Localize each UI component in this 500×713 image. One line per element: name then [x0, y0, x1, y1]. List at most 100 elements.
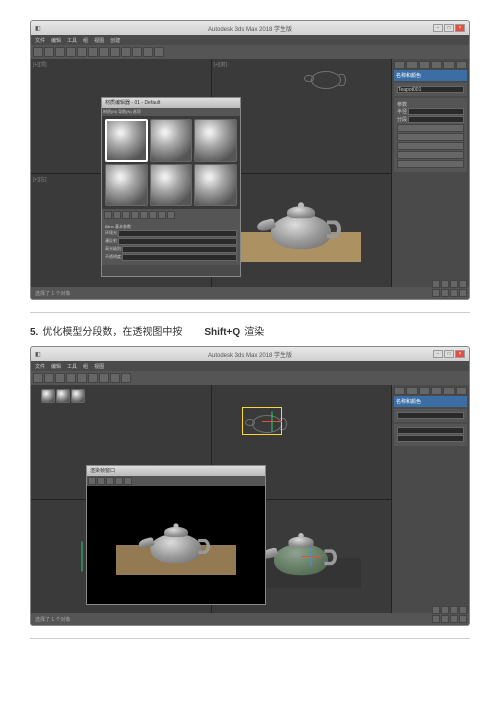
menu-item[interactable]: 组 [83, 363, 88, 370]
options-btn[interactable] [149, 211, 157, 219]
motion-tab[interactable] [431, 61, 442, 69]
get-material-btn[interactable] [104, 211, 112, 219]
utilities-tab[interactable] [456, 61, 467, 69]
maximize-viewport-btn[interactable] [459, 606, 467, 614]
radius-input[interactable] [408, 108, 464, 115]
param-btn[interactable] [397, 160, 464, 168]
maximize-viewport-btn[interactable] [459, 280, 467, 288]
nav-btn[interactable] [441, 615, 449, 623]
material-sample-slot[interactable] [150, 164, 193, 207]
orbit-btn[interactable] [450, 280, 458, 288]
param-btn[interactable] [397, 124, 464, 132]
pick-material-btn[interactable] [131, 211, 139, 219]
zoom-btn[interactable] [441, 280, 449, 288]
maximize-btn[interactable]: □ [444, 24, 454, 32]
options-btn[interactable] [140, 211, 148, 219]
nav-btn[interactable] [432, 289, 440, 297]
teapot-model[interactable] [271, 215, 331, 250]
display-tab[interactable] [443, 61, 454, 69]
undo-btn[interactable] [33, 47, 43, 57]
material-editor-dialog[interactable]: 材质编辑器 - 01 - Default 材质(M) 导航(N) 选项 [101, 97, 241, 277]
material-sample-slot[interactable] [71, 389, 85, 403]
scale-btn[interactable] [99, 47, 109, 57]
hierarchy-tab[interactable] [419, 387, 430, 395]
modify-tab[interactable] [406, 387, 417, 395]
material-sample-slot[interactable] [150, 119, 193, 162]
material-sample-slot[interactable] [194, 164, 237, 207]
tool-btn[interactable] [99, 373, 109, 383]
mirror-btn[interactable] [121, 47, 131, 57]
nav-btn[interactable] [459, 615, 467, 623]
zoom-btn[interactable] [441, 606, 449, 614]
menu-item[interactable]: 创建 [110, 37, 120, 44]
material-sample-slot[interactable] [194, 119, 237, 162]
color-swatch[interactable] [118, 238, 237, 245]
pan-btn[interactable] [432, 280, 440, 288]
create-tab[interactable] [394, 387, 405, 395]
minimize-btn[interactable]: − [433, 24, 443, 32]
material-sample-slot[interactable] [105, 164, 148, 207]
tool-btn[interactable] [33, 373, 43, 383]
spinner-input[interactable] [122, 254, 237, 261]
move-btn[interactable] [77, 47, 87, 57]
snap-btn[interactable] [110, 47, 120, 57]
teapot-model[interactable] [274, 544, 328, 576]
render-frame-window[interactable]: 渲染帧窗口 [86, 465, 266, 605]
tool-btn[interactable] [55, 373, 65, 383]
param-btn[interactable] [397, 142, 464, 150]
nav-btn[interactable] [459, 289, 467, 297]
clear-btn[interactable] [124, 477, 132, 485]
menu-item[interactable]: 视图 [94, 37, 104, 44]
select-btn[interactable] [66, 47, 76, 57]
nav-btn[interactable] [450, 615, 458, 623]
rotate-btn[interactable] [88, 47, 98, 57]
alpha-btn[interactable] [115, 477, 123, 485]
material-sample-slot[interactable] [41, 389, 55, 403]
param-input[interactable] [397, 435, 464, 442]
material-btn[interactable] [143, 47, 153, 57]
apply-material-btn[interactable] [113, 211, 121, 219]
reset-material-btn[interactable] [122, 211, 130, 219]
tool-btn[interactable] [88, 373, 98, 383]
param-input[interactable] [397, 427, 464, 434]
modify-tab[interactable] [406, 61, 417, 69]
material-sample-slot[interactable] [56, 389, 70, 403]
render-btn[interactable] [121, 373, 131, 383]
nav-btn[interactable] [450, 289, 458, 297]
tool-btn[interactable] [110, 373, 120, 383]
pan-btn[interactable] [432, 606, 440, 614]
y-axis-icon[interactable] [271, 412, 272, 432]
rgb-btn[interactable] [106, 477, 114, 485]
menu-item[interactable]: 编辑 [51, 363, 61, 370]
param-btn[interactable] [397, 151, 464, 159]
nav-btn[interactable] [432, 615, 440, 623]
align-btn[interactable] [132, 47, 142, 57]
display-tab[interactable] [443, 387, 454, 395]
link-btn[interactable] [55, 47, 65, 57]
tool-btn[interactable] [44, 373, 54, 383]
menu-item[interactable]: 文件 [35, 37, 45, 44]
material-sample-slot[interactable] [105, 119, 148, 162]
save-image-btn[interactable] [88, 477, 96, 485]
menu-item[interactable]: 文件 [35, 363, 45, 370]
minimize-btn[interactable]: − [433, 350, 443, 358]
object-name-input[interactable] [397, 412, 464, 419]
segments-input[interactable] [408, 116, 464, 123]
nav-btn[interactable] [441, 289, 449, 297]
render-btn[interactable] [154, 47, 164, 57]
menu-item[interactable]: 工具 [67, 37, 77, 44]
orbit-btn[interactable] [450, 606, 458, 614]
redo-btn[interactable] [44, 47, 54, 57]
options-btn[interactable] [167, 211, 175, 219]
close-btn[interactable]: × [455, 350, 465, 358]
menu-item[interactable]: 工具 [67, 363, 77, 370]
spinner-input[interactable] [122, 246, 237, 253]
tool-btn[interactable] [66, 373, 76, 383]
material-editor-menu[interactable]: 材质(M) 导航(N) 选项 [102, 108, 240, 116]
create-tab[interactable] [394, 61, 405, 69]
clone-btn[interactable] [97, 477, 105, 485]
param-btn[interactable] [397, 133, 464, 141]
options-btn[interactable] [158, 211, 166, 219]
close-btn[interactable]: × [455, 24, 465, 32]
menu-item[interactable]: 视图 [94, 363, 104, 370]
